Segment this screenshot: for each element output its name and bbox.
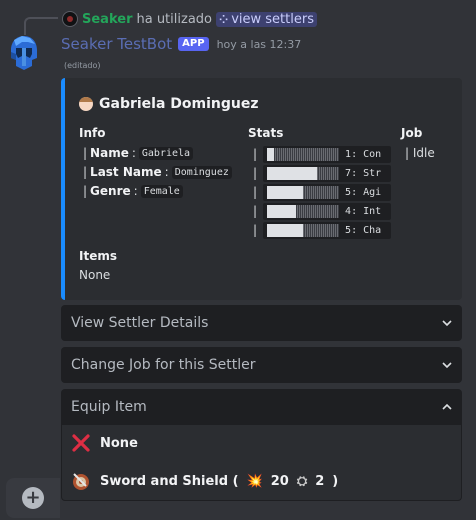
- info-row-last-name: | Last Name: Dominguez: [83, 165, 232, 179]
- info-heading: Info: [79, 126, 106, 140]
- change-job-select[interactable]: Change Job for this Settler: [61, 347, 462, 383]
- person-icon: [79, 97, 93, 111]
- user-avatar-icon[interactable]: [62, 11, 78, 27]
- stat-bar: [267, 223, 340, 237]
- damage-icon: 💥: [246, 473, 263, 489]
- option-none[interactable]: None: [70, 431, 138, 455]
- bot-name[interactable]: Seaker TestBot: [61, 35, 172, 53]
- select-label: Equip Item: [71, 399, 147, 415]
- bot-avatar-icon[interactable]: [8, 34, 40, 72]
- defense-icon: ⛭: [296, 473, 308, 489]
- embed-title: Gabriela Dominguez: [79, 96, 259, 112]
- stat-label: 5: Agi: [345, 186, 382, 198]
- defense-value: 2: [315, 473, 325, 489]
- option-close-paren: ): [332, 473, 339, 489]
- stat-row: | 1: Con: [253, 145, 392, 163]
- sword-shield-icon: [70, 470, 92, 492]
- stat-label: 7: Str: [345, 167, 382, 179]
- chevron-down-icon: [442, 362, 452, 369]
- reply-connector: [24, 17, 58, 35]
- equip-options-list: None Sword and Shield ( 💥 20 ⛭ 2 ): [61, 425, 462, 501]
- plus-icon: +: [22, 487, 44, 509]
- view-details-select[interactable]: View Settler Details: [61, 305, 462, 341]
- option-sword-and-shield[interactable]: Sword and Shield ( 💥 20 ⛭ 2 ): [70, 469, 338, 493]
- equip-item-select[interactable]: Equip Item: [61, 389, 462, 425]
- stat-bar: [267, 147, 340, 161]
- app-badge: APP: [178, 37, 209, 51]
- settler-embed: Gabriela Dominguez Info | Name: Gabriela…: [61, 78, 462, 300]
- items-heading: Items: [79, 249, 117, 263]
- stat-bar: [267, 185, 340, 199]
- stats-heading: Stats: [248, 126, 284, 140]
- stat-row: | 4: Int: [253, 202, 392, 220]
- select-label: View Settler Details: [71, 315, 209, 331]
- stat-bar: [267, 204, 340, 218]
- items-value: None: [79, 268, 111, 282]
- command-mention[interactable]: ⁘ view settlers: [216, 11, 317, 27]
- stat-row: | 5: Cha: [253, 221, 392, 239]
- select-label: Change Job for this Settler: [71, 357, 256, 373]
- settler-name: Gabriela Dominguez: [99, 96, 259, 112]
- edited-label: (editado): [64, 61, 101, 70]
- message-header: Seaker TestBot APP hoy a las 12:37: [61, 34, 301, 54]
- reply-username[interactable]: Seaker: [82, 12, 132, 27]
- option-label: None: [100, 435, 138, 451]
- chevron-down-icon: [442, 320, 452, 327]
- chevron-up-icon: [442, 403, 452, 410]
- option-label: Sword and Shield (: [100, 473, 239, 489]
- message-timestamp[interactable]: hoy a las 12:37: [217, 38, 302, 51]
- stat-label: 5: Cha: [345, 224, 382, 236]
- command-name: view settlers: [231, 11, 314, 27]
- stat-row: | 5: Agi: [253, 183, 392, 201]
- reply-reference[interactable]: Seaker ha utilizado ⁘ view settlers: [62, 10, 317, 28]
- x-mark-icon: [70, 432, 92, 454]
- stat-label: 1: Con: [345, 148, 382, 160]
- reply-action: ha utilizado: [136, 11, 212, 27]
- stat-label: 4: Int: [345, 205, 382, 217]
- info-row-genre: | Genre: Female: [83, 184, 183, 198]
- job-heading: Job: [401, 126, 423, 140]
- job-value: | Idle: [405, 146, 435, 160]
- slash-command-icon: ⁘: [219, 12, 229, 26]
- stat-row: | 7: Str: [253, 164, 392, 182]
- add-attachment-button[interactable]: +: [6, 478, 60, 518]
- info-row-name: | Name: Gabriela: [83, 146, 194, 160]
- damage-value: 20: [270, 473, 289, 489]
- stat-bar: [267, 166, 340, 180]
